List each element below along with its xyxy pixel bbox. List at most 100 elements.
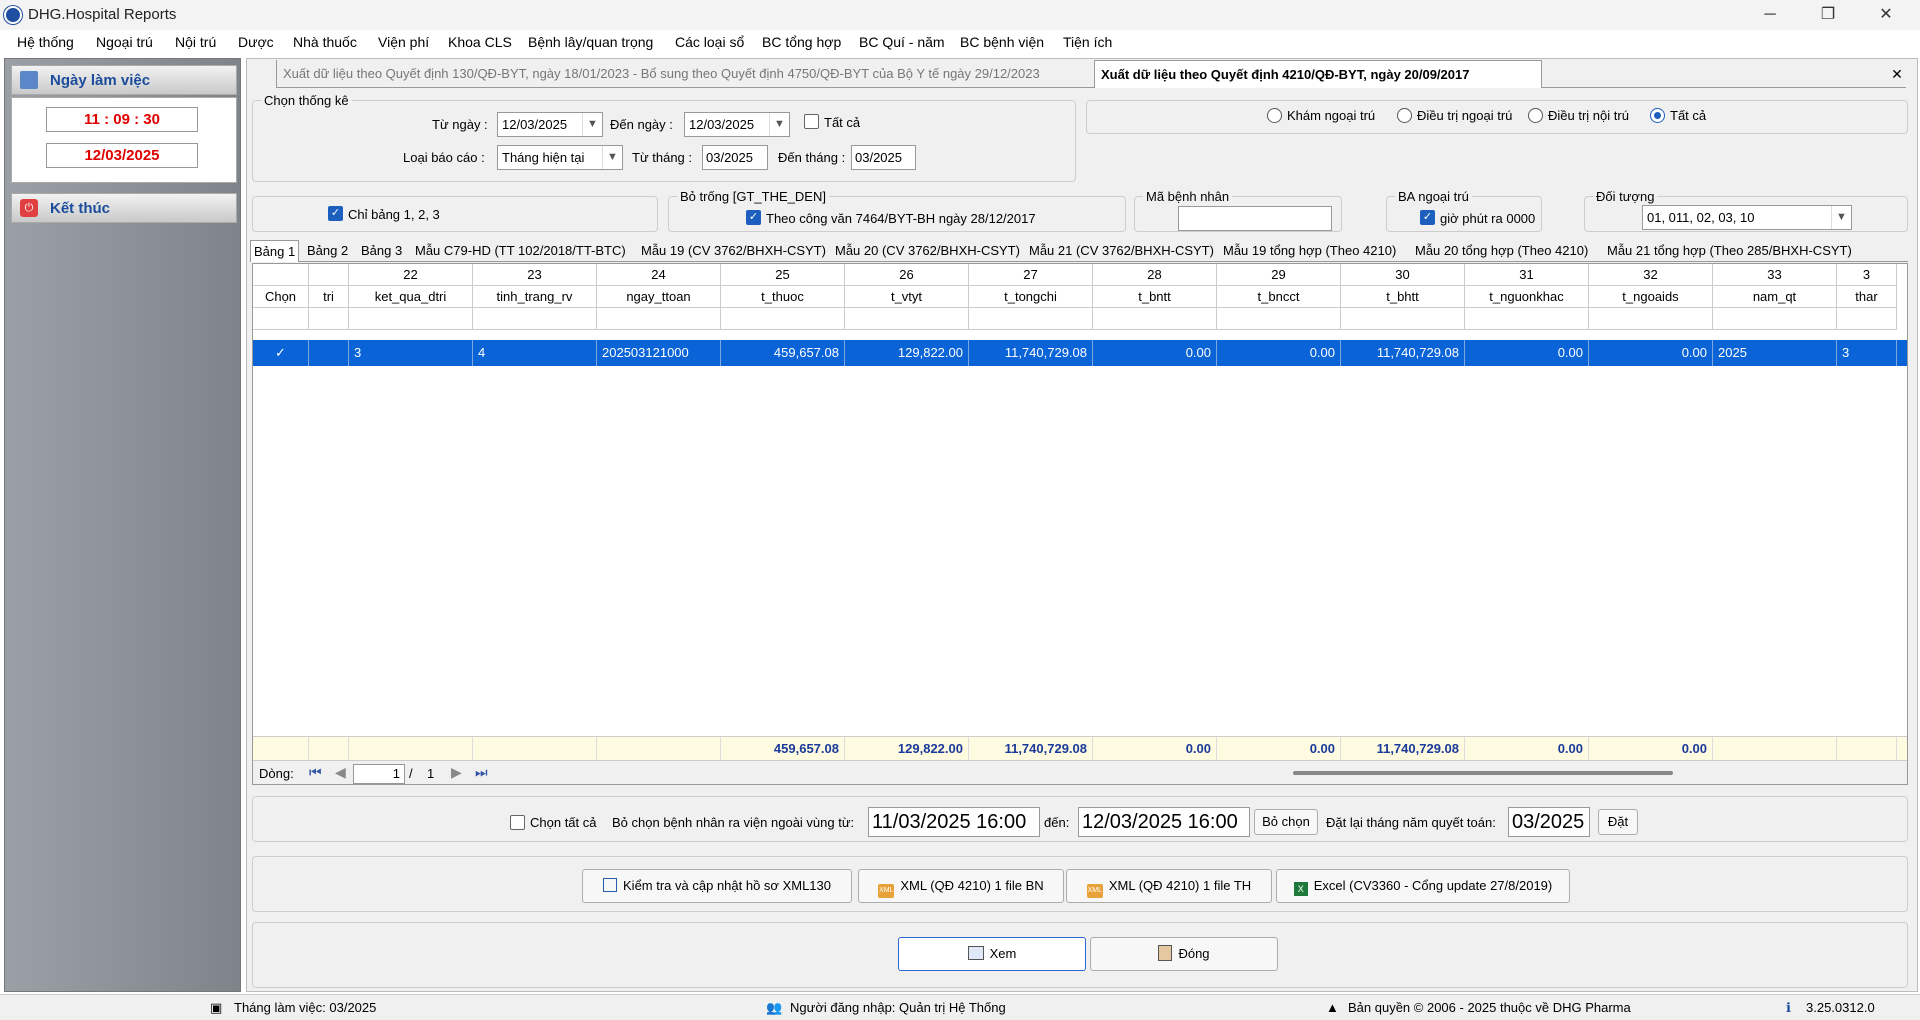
menu-benh-lay[interactable]: Bệnh lây/quan trọng (528, 34, 653, 50)
tab-qd4210[interactable]: Xuất dữ liệu theo Quyết định 4210/QĐ-BYT… (1094, 60, 1542, 88)
menu-vien-phi[interactable]: Viện phí (378, 34, 429, 50)
filter-cell[interactable] (309, 308, 349, 330)
menu-noi-tru[interactable]: Nội trú (175, 34, 216, 50)
to-month-input[interactable]: 03/2025 (851, 145, 916, 170)
outpatient-checkbox[interactable]: ✓ (1420, 210, 1435, 225)
target-select[interactable]: 01, 011, 02, 03, 10 ▼ (1642, 205, 1852, 230)
filter-cell[interactable] (1465, 308, 1589, 330)
column-number-6[interactable]: 26 (845, 264, 969, 286)
column-number-4[interactable]: 24 (597, 264, 721, 286)
menu-cac-loai-so[interactable]: Các loại sổ (675, 34, 744, 50)
column-number-2[interactable]: 22 (349, 264, 473, 286)
tab-mau-21-th[interactable]: Mẫu 21 tổng hợp (Theo 285/BHXH-CSYT) (1604, 240, 1855, 262)
filter-cell[interactable] (473, 308, 597, 330)
menu-duoc[interactable]: Dược (238, 34, 274, 50)
next-page-icon[interactable]: ▶ (451, 764, 462, 781)
tab-mau-19-th[interactable]: Mẫu 19 tổng hợp (Theo 4210) (1220, 240, 1399, 262)
tab-qd130[interactable]: Xuất dữ liệu theo Quyết định 130/QĐ-BYT,… (276, 60, 1094, 88)
column-number-1[interactable] (309, 264, 349, 286)
column-header-12[interactable]: t_ngoaids (1589, 286, 1713, 308)
close-window-icon[interactable]: ✕ (1858, 0, 1914, 30)
menu-bc-qui-nam[interactable]: BC Quí - năm (859, 34, 945, 50)
horizontal-scrollbar[interactable] (1293, 771, 1673, 775)
radio-kham-ngoai-tru[interactable] (1267, 108, 1282, 123)
settlement-month-input[interactable]: 03/2025 (1508, 807, 1590, 837)
column-header-2[interactable]: ket_qua_dtri (349, 286, 473, 308)
column-number-10[interactable]: 30 (1341, 264, 1465, 286)
tab-mau-20-th[interactable]: Mẫu 20 tổng hợp (Theo 4210) (1412, 240, 1591, 262)
menu-bc-tong-hop[interactable]: BC tổng hợp (762, 34, 841, 50)
menu-he-thong[interactable]: Hệ thống (17, 34, 74, 50)
xml-th-button[interactable]: XML XML (QĐ 4210) 1 file TH (1066, 869, 1272, 903)
excel-button[interactable]: X Excel (CV3360 - Cổng update 27/8/2019) (1276, 869, 1570, 903)
column-header-9[interactable]: t_bncct (1217, 286, 1341, 308)
exit-button[interactable]: ⏻ Kết thúc (11, 193, 237, 223)
first-page-icon[interactable]: ⏮ (309, 764, 322, 781)
minimize-icon[interactable]: ─ (1742, 0, 1798, 30)
unselect-button[interactable]: Bỏ chọn (1254, 809, 1318, 835)
radio-tat-ca[interactable] (1650, 108, 1665, 123)
all-dates-checkbox[interactable] (804, 114, 819, 129)
column-header-5[interactable]: t_thuoc (721, 286, 845, 308)
from-date-picker[interactable]: 12/03/2025 ▼ (497, 112, 603, 137)
menu-tien-ich[interactable]: Tiện ích (1063, 34, 1112, 50)
close-tab-icon[interactable]: ✕ (1888, 60, 1906, 88)
column-number-11[interactable]: 31 (1465, 264, 1589, 286)
column-number-0[interactable] (253, 264, 309, 286)
prev-page-icon[interactable]: ◀ (335, 764, 346, 781)
tab-bang-3[interactable]: Bảng 3 (358, 240, 405, 262)
tab-bang-2[interactable]: Bảng 2 (304, 240, 351, 262)
filter-cell[interactable] (349, 308, 473, 330)
menu-ngoai-tru[interactable]: Ngoại trú (96, 34, 153, 50)
column-number-9[interactable]: 29 (1217, 264, 1341, 286)
tab-mau-c79[interactable]: Mẫu C79-HD (TT 102/2018/TT-BTC) (412, 240, 629, 262)
column-number-7[interactable]: 27 (969, 264, 1093, 286)
column-header-10[interactable]: t_bhtt (1341, 286, 1465, 308)
exclude-from-input[interactable]: 11/03/2025 16:00 (868, 807, 1040, 837)
last-page-icon[interactable]: ⏭ (475, 764, 488, 781)
filter-cell[interactable] (1713, 308, 1837, 330)
filter-cell[interactable] (1341, 308, 1465, 330)
column-header-0[interactable]: Chọn (253, 286, 309, 308)
column-header-14[interactable]: thar (1837, 286, 1897, 308)
select-all-checkbox[interactable] (510, 815, 525, 830)
radio-dieu-tri-ngoai-tru[interactable] (1397, 108, 1412, 123)
filter-cell[interactable] (1837, 308, 1897, 330)
column-number-3[interactable]: 23 (473, 264, 597, 286)
filter-cell[interactable] (253, 308, 309, 330)
filter-cell[interactable] (845, 308, 969, 330)
filter-cell[interactable] (1589, 308, 1713, 330)
filter-cell[interactable] (969, 308, 1093, 330)
only-tables-checkbox[interactable]: ✓ (328, 206, 343, 221)
menu-nha-thuoc[interactable]: Nhà thuốc (293, 34, 357, 50)
column-header-8[interactable]: t_bntt (1093, 286, 1217, 308)
from-month-input[interactable]: 03/2025 (702, 145, 768, 170)
filter-cell[interactable] (597, 308, 721, 330)
column-number-12[interactable]: 32 (1589, 264, 1713, 286)
column-header-7[interactable]: t_tongchi (969, 286, 1093, 308)
tab-mau-20[interactable]: Mẫu 20 (CV 3762/BHXH-CSYT) (832, 240, 1023, 262)
filter-cell[interactable] (721, 308, 845, 330)
column-number-14[interactable]: 3 (1837, 264, 1897, 286)
set-button[interactable]: Đặt (1598, 809, 1638, 835)
column-number-13[interactable]: 33 (1713, 264, 1837, 286)
column-header-6[interactable]: t_vtyt (845, 286, 969, 308)
column-number-5[interactable]: 25 (721, 264, 845, 286)
tab-mau-21[interactable]: Mẫu 21 (CV 3762/BHXH-CSYT) (1026, 240, 1217, 262)
restore-icon[interactable]: ❐ (1800, 0, 1856, 30)
menu-khoa-cls[interactable]: Khoa CLS (448, 34, 512, 50)
column-header-3[interactable]: tinh_trang_rv (473, 286, 597, 308)
column-header-11[interactable]: t_nguonkhac (1465, 286, 1589, 308)
page-input[interactable]: 1 (353, 764, 405, 784)
blank-card-checkbox[interactable]: ✓ (746, 210, 761, 225)
close-button[interactable]: Đóng (1090, 937, 1278, 971)
to-date-picker[interactable]: 12/03/2025 ▼ (684, 112, 790, 137)
filter-cell[interactable] (1217, 308, 1341, 330)
column-header-4[interactable]: ngay_ttoan (597, 286, 721, 308)
menu-bc-benh-vien[interactable]: BC bệnh viện (960, 34, 1044, 50)
row-select-checkbox[interactable]: ✓ (253, 340, 309, 366)
tab-mau-19[interactable]: Mẫu 19 (CV 3762/BHXH-CSYT) (638, 240, 829, 262)
radio-dieu-tri-noi-tru[interactable] (1528, 108, 1543, 123)
column-header-1[interactable]: tri (309, 286, 349, 308)
column-number-8[interactable]: 28 (1093, 264, 1217, 286)
